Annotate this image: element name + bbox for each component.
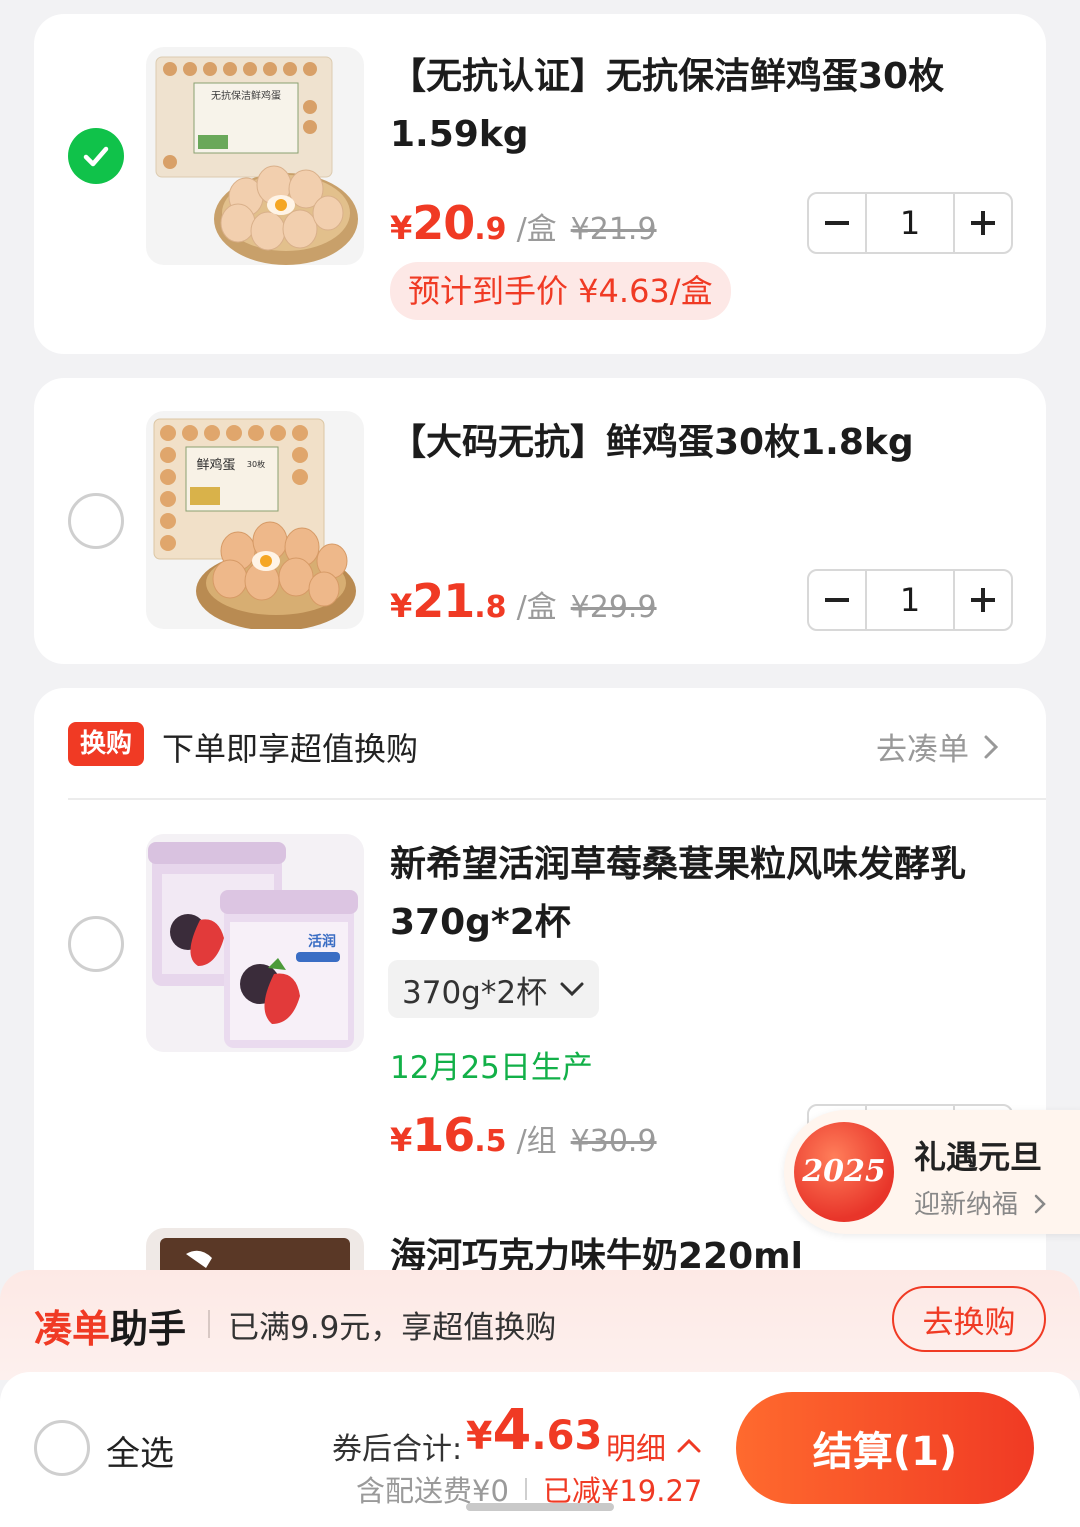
price-unit: /组 bbox=[516, 1124, 557, 1159]
chevron-right-icon bbox=[1035, 1194, 1047, 1214]
go-add-items-label: 去凑单 bbox=[876, 732, 969, 768]
quantity-value[interactable]: 1 bbox=[865, 571, 955, 629]
price-decimal: .5 bbox=[474, 1124, 507, 1159]
divider bbox=[68, 798, 1046, 800]
price-row: ¥ 21 .8 /盒 ¥29.9 bbox=[390, 574, 657, 628]
decrease-button[interactable] bbox=[809, 194, 865, 252]
detail-label: 明细 bbox=[606, 1432, 666, 1467]
plus-icon bbox=[971, 588, 995, 612]
go-add-items-link[interactable]: 去凑单 bbox=[876, 724, 1001, 769]
promo-subtitle: 迎新纳福 bbox=[914, 1184, 1048, 1221]
chevron-up-icon bbox=[677, 1438, 701, 1453]
select-all-label[interactable]: 全选 bbox=[106, 1426, 174, 1475]
minus-icon bbox=[825, 598, 849, 602]
product-image-eggs[interactable]: 无抗保洁鲜鸡蛋 bbox=[146, 47, 364, 265]
price-row: ¥ 16 .5 /组 ¥30.9 bbox=[390, 1108, 657, 1162]
price-row: ¥ 20 .9 /盒 ¥21.9 bbox=[390, 196, 657, 250]
plus-icon bbox=[971, 211, 995, 235]
total-label: 券后合计: bbox=[332, 1432, 463, 1467]
production-date: 12月25日生产 bbox=[390, 1050, 593, 1086]
helper-name-accent: 凑单 bbox=[34, 1307, 111, 1351]
total-currency: ¥ bbox=[466, 1414, 493, 1458]
helper-name-rest: 助手 bbox=[110, 1307, 187, 1351]
product-image-yogurt[interactable]: 活润 bbox=[146, 834, 364, 1052]
helper-message: 已满9.9元，享超值换购 bbox=[228, 1310, 557, 1346]
swap-tag: 换购 bbox=[68, 722, 145, 766]
thumb-label-text: 无抗保洁鲜鸡蛋 bbox=[211, 89, 281, 102]
order-helper-bar: 凑单助手 已满9.9元，享超值换购 去换购 bbox=[0, 1270, 1080, 1380]
spec-selector[interactable]: 370g*2杯 bbox=[388, 960, 600, 1018]
decrease-button[interactable] bbox=[809, 571, 865, 629]
new-year-promo-float[interactable]: 2025 礼遇元旦 迎新纳福 bbox=[784, 1110, 1080, 1234]
promo-subtitle-text: 迎新纳福 bbox=[914, 1190, 1019, 1220]
item-checkbox[interactable] bbox=[68, 916, 124, 972]
original-price: ¥29.9 bbox=[570, 590, 657, 625]
product-title[interactable]: 新希望活润草莓桑葚果粒风味发酵乳370g*2杯 bbox=[390, 836, 1010, 952]
go-swap-button[interactable]: 去换购 bbox=[892, 1286, 1046, 1352]
cart-item-card: 无抗保洁鲜鸡蛋 【无抗认证】无抗保洁鲜鸡蛋30枚1.59kg ¥ 20 .9 /… bbox=[34, 14, 1046, 354]
chevron-down-icon bbox=[560, 982, 584, 997]
price-currency: ¥ bbox=[390, 209, 413, 247]
product-title[interactable]: 【无抗认证】无抗保洁鲜鸡蛋30枚1.59kg bbox=[390, 48, 990, 164]
promo-badge: 2025 bbox=[794, 1122, 894, 1222]
home-indicator[interactable] bbox=[466, 1503, 614, 1511]
divider bbox=[208, 1310, 210, 1338]
thumb-label-text: 活润 bbox=[308, 933, 336, 950]
quantity-stepper: 1 bbox=[807, 192, 1013, 254]
original-price: ¥21.9 bbox=[570, 212, 657, 247]
quantity-value[interactable]: 1 bbox=[865, 194, 955, 252]
increase-button[interactable] bbox=[955, 194, 1011, 252]
thumb-sublabel-text: 30枚 bbox=[247, 459, 265, 469]
price-detail-toggle[interactable]: 明细 bbox=[606, 1424, 702, 1468]
thumb-label-text: 鲜鸡蛋 bbox=[196, 457, 235, 473]
chevron-right-icon bbox=[984, 735, 999, 758]
price-unit: /盒 bbox=[516, 212, 557, 247]
price-integer: 20 bbox=[412, 196, 475, 250]
price-integer: 16 bbox=[412, 1108, 475, 1162]
price-currency: ¥ bbox=[390, 1121, 413, 1159]
helper-name: 凑单助手 bbox=[34, 1298, 186, 1353]
item-checkbox[interactable] bbox=[68, 493, 124, 549]
swap-section-text: 下单即享超值换购 bbox=[162, 730, 419, 768]
total-decimal: .63 bbox=[531, 1413, 603, 1459]
divider bbox=[524, 1478, 527, 1500]
price-integer: 21 bbox=[412, 574, 475, 628]
price-unit: /盒 bbox=[516, 590, 557, 625]
spec-value: 370g*2杯 bbox=[402, 974, 548, 1011]
product-title[interactable]: 【大码无抗】鲜鸡蛋30枚1.8kg bbox=[390, 414, 1010, 472]
increase-button[interactable] bbox=[955, 571, 1011, 629]
price-currency: ¥ bbox=[390, 587, 413, 625]
price-decimal: .9 bbox=[474, 212, 507, 247]
quantity-stepper: 1 bbox=[807, 569, 1013, 631]
total-integer: 4 bbox=[492, 1398, 532, 1463]
original-price: ¥30.9 bbox=[570, 1124, 657, 1159]
item-checkbox-checked[interactable] bbox=[68, 128, 124, 184]
estimated-price-badge: 预计到手价 ¥4.63/盒 bbox=[390, 262, 731, 320]
price-decimal: .8 bbox=[474, 590, 507, 625]
check-icon bbox=[83, 146, 109, 167]
promo-title: 礼遇元旦 bbox=[914, 1138, 1043, 1176]
cart-item-card: 鲜鸡蛋 30枚 【大码无抗】鲜鸡蛋30枚1.8kg ¥ 21 .8 /盒 ¥29… bbox=[34, 378, 1046, 664]
checkout-button[interactable]: 结算(1) bbox=[736, 1392, 1034, 1504]
total-amount: ¥ 4 .63 bbox=[466, 1398, 602, 1463]
select-all-checkbox[interactable] bbox=[34, 1420, 90, 1476]
minus-icon bbox=[825, 221, 849, 225]
product-image-eggs[interactable]: 鲜鸡蛋 30枚 bbox=[146, 411, 364, 629]
